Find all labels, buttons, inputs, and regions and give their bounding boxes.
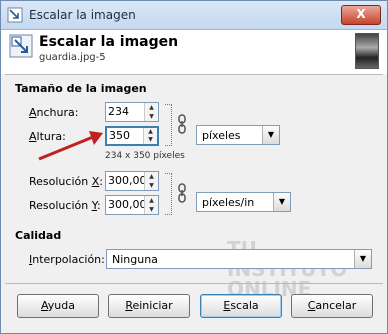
interpolation-label-text: nterpolación: <box>32 253 105 266</box>
res-x-label-a: Resolución <box>29 175 92 188</box>
resolution-unit-value: píxeles/in <box>202 196 255 209</box>
header-subtitle: guardia.jpg-5 <box>39 52 106 63</box>
interpolation-value: Ninguna <box>112 253 158 266</box>
watermark-logo: TU INSTITUTO ONLINE <box>227 237 377 301</box>
width-label: Anchura: <box>29 106 78 119</box>
help-mnemonic: A <box>41 299 48 312</box>
footer-divider <box>5 283 383 284</box>
width-label-mnemonic: A <box>29 106 37 119</box>
scale-button[interactable]: Escala <box>200 294 282 318</box>
spin-down-icon[interactable]: ▼ <box>145 112 158 121</box>
cancel-button[interactable]: Cancelar <box>291 294 373 318</box>
res-x-spin-arrows[interactable]: ▲ ▼ <box>144 172 158 190</box>
dimension-readout: 234 x 350 píxeles <box>105 151 185 161</box>
window-title: Escalar la imagen <box>29 8 136 22</box>
help-label: yuda <box>47 299 75 312</box>
scale-image-dialog: Escalar la imagen X Escalar la imagen gu… <box>0 0 388 334</box>
reset-button[interactable]: Reiniciar <box>108 294 190 318</box>
height-spin-arrows[interactable]: ▲ ▼ <box>143 128 157 144</box>
spin-down-icon[interactable]: ▼ <box>145 205 158 214</box>
header-title: Escalar la imagen <box>39 34 179 50</box>
chevron-down-icon[interactable]: ▼ <box>273 193 290 211</box>
res-x-spinbox[interactable]: ▲▼ <box>105 171 159 191</box>
resolution-unit-select[interactable]: píxeles/in ▼ <box>196 192 291 212</box>
spin-up-icon[interactable]: ▲ <box>145 196 158 205</box>
res-y-spin-arrows[interactable]: ▲ ▼ <box>144 196 158 214</box>
scale-image-icon <box>9 34 33 58</box>
width-label-text: nchura: <box>36 106 79 119</box>
height-label-mnemonic: A <box>29 130 37 143</box>
size-unit-select[interactable]: píxeles ▼ <box>196 125 280 145</box>
spin-down-icon[interactable]: ▼ <box>145 181 158 190</box>
title-bar[interactable]: Escalar la imagen X <box>1 1 387 30</box>
dialog-header: Escalar la imagen guardia.jpg-5 <box>1 30 387 74</box>
red-arrow-annotation <box>38 131 103 161</box>
res-y-label: Resolución Y: <box>29 199 101 212</box>
res-y-label-b: : <box>96 199 101 212</box>
width-spinbox[interactable]: ▲▼ <box>105 102 159 122</box>
res-y-label-a: Resolución <box>29 199 92 212</box>
spin-down-icon[interactable]: ▼ <box>144 136 157 144</box>
interpolation-label: Interpolación: <box>29 253 105 266</box>
help-button[interactable]: Ayuda <box>17 294 99 318</box>
height-spinbox[interactable]: ▲▼ <box>105 126 159 146</box>
res-y-spinbox[interactable]: ▲▼ <box>105 195 159 215</box>
cancel-label: ancelar <box>315 299 357 312</box>
spin-up-icon[interactable]: ▲ <box>145 103 158 112</box>
res-chain-bracket <box>165 173 172 215</box>
chain-link-icon[interactable] <box>177 183 187 203</box>
width-spin-arrows[interactable]: ▲ ▼ <box>144 103 158 121</box>
scale-label: scala <box>230 299 259 312</box>
quality-section-title: Calidad <box>15 229 62 242</box>
image-thumbnail <box>355 33 379 69</box>
chevron-down-icon[interactable]: ▼ <box>354 250 371 268</box>
spin-up-icon[interactable]: ▲ <box>144 128 157 136</box>
scale-icon <box>7 7 23 23</box>
res-x-label-b: : <box>99 175 103 188</box>
chain-link-icon[interactable] <box>177 114 187 134</box>
close-button[interactable]: X <box>341 5 381 25</box>
chevron-down-icon[interactable]: ▼ <box>262 126 279 144</box>
res-x-label: Resolución X: <box>29 175 103 188</box>
size-chain-bracket <box>165 104 172 146</box>
interpolation-select[interactable]: Ninguna ▼ <box>106 249 372 269</box>
size-unit-value: píxeles <box>202 129 241 142</box>
image-size-section-title: Tamaño de la imagen <box>15 82 147 95</box>
spin-up-icon[interactable]: ▲ <box>145 172 158 181</box>
header-divider <box>5 74 383 75</box>
reset-label: einiciar <box>132 299 173 312</box>
